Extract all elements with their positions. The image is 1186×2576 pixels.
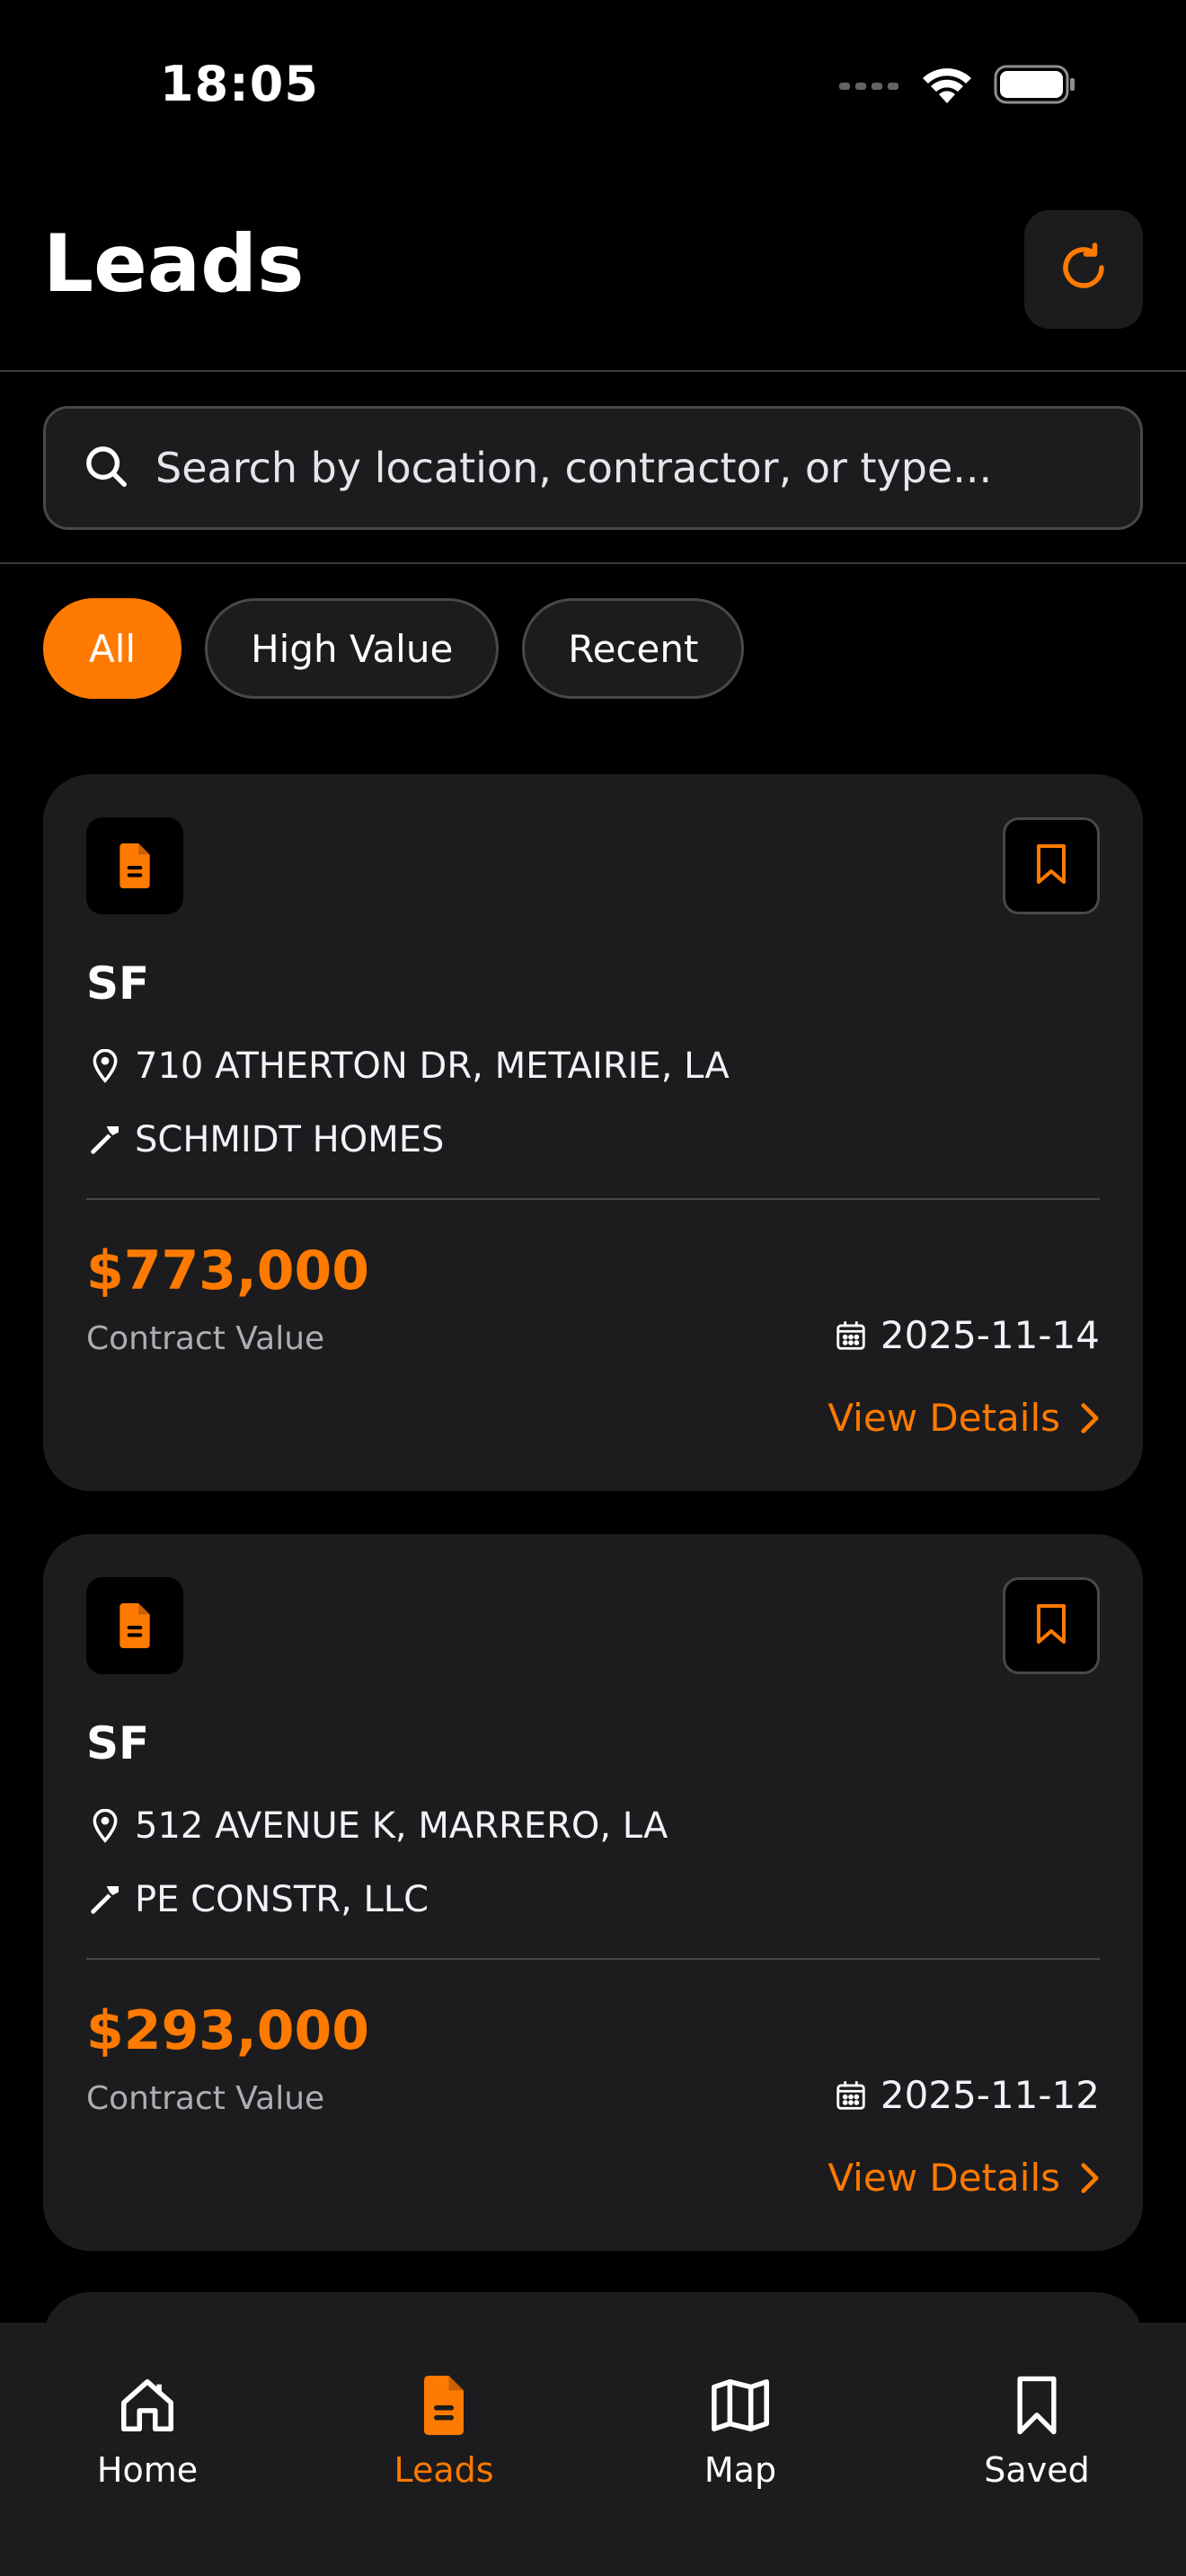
lead-date: 2025-11-12 [880,2073,1100,2117]
lead-contractor: SCHMIDT HOMES [135,1119,445,1160]
view-details-label: View Details [828,2156,1060,2200]
lead-contractor-row: PE CONSTR, LLC [86,1879,429,1920]
lead-type: SF [86,1717,150,1769]
bookmark-icon [1033,1602,1069,1649]
tab-saved-label: Saved [984,2450,1090,2490]
lead-value: $293,000 [86,1999,370,2062]
tab-leads-label: Leads [394,2450,494,2490]
lead-value-label: Contract Value [86,1320,325,1357]
lead-contractor-row: SCHMIDT HOMES [86,1119,444,1160]
lead-card[interactable]: SF 710 ATHERTON DR, METAIRIE, LA SCHMIDT… [43,774,1143,1491]
view-details-link[interactable]: View Details [828,1396,1100,1440]
home-icon [115,2369,180,2441]
document-icon [86,817,183,914]
card-divider [86,1198,1100,1200]
lead-date-row: 2025-11-12 [834,2073,1100,2117]
view-details-label: View Details [828,1396,1060,1440]
tab-leads[interactable]: Leads [354,2369,534,2490]
chevron-right-icon [1080,2162,1100,2194]
card-divider [86,1958,1100,1960]
filter-chip-recent[interactable]: Recent [522,598,745,699]
lead-date: 2025-11-14 [880,1313,1100,1357]
tab-map-label: Map [704,2450,777,2490]
lead-type: SF [86,957,150,1010]
refresh-button[interactable] [1024,210,1143,329]
filter-chip-high-value[interactable]: High Value [205,598,500,699]
calendar-icon [834,2078,868,2113]
search-icon [82,442,130,494]
status-bar: 18:05 [0,0,1186,171]
battery-icon [994,64,1076,109]
refresh-icon [1057,241,1111,298]
document-icon [419,2369,469,2441]
search-box[interactable] [43,406,1143,530]
page-title: Leads [43,217,305,310]
bookmark-button[interactable] [1003,1577,1100,1674]
chevron-right-icon [1080,1402,1100,1434]
search-input[interactable] [154,443,1106,493]
map-icon [707,2369,774,2441]
document-icon [86,1577,183,1674]
bookmark-button[interactable] [1003,817,1100,914]
lead-address: 512 AVENUE K, MARRERO, LA [135,1805,668,1847]
bookmark-icon [1033,842,1069,889]
tab-bar: Home Leads Map Saved [0,2323,1186,2576]
lead-address-row: 512 AVENUE K, MARRERO, LA [86,1805,668,1847]
hammer-icon [86,1121,124,1159]
status-icons [839,65,1076,108]
lead-value-label: Contract Value [86,2080,325,2117]
location-pin-icon [86,1047,124,1085]
filter-chips: All High Value Recent [43,598,745,699]
lead-date-row: 2025-11-14 [834,1313,1100,1357]
lead-contractor: PE CONSTR, LLC [135,1879,429,1920]
lead-address-row: 710 ATHERTON DR, METAIRIE, LA [86,1045,730,1087]
tab-saved[interactable]: Saved [947,2369,1127,2490]
header: Leads [0,171,1186,372]
filter-chip-all[interactable]: All [43,598,182,699]
tab-home-label: Home [96,2450,199,2490]
lead-value: $773,000 [86,1239,370,1302]
search-section [0,374,1186,564]
lead-card[interactable]: SF 512 AVENUE K, MARRERO, LA PE CONSTR, … [43,1534,1143,2251]
calendar-icon [834,1319,868,1353]
tab-map[interactable]: Map [651,2369,830,2490]
view-details-link[interactable]: View Details [828,2156,1100,2200]
wifi-icon [920,64,974,109]
signal-dots-icon [839,78,900,95]
hammer-icon [86,1881,124,1919]
bookmark-icon [1013,2369,1061,2441]
location-pin-icon [86,1807,124,1845]
status-time: 18:05 [160,56,319,112]
lead-address: 710 ATHERTON DR, METAIRIE, LA [135,1045,730,1087]
tab-home[interactable]: Home [58,2369,237,2490]
